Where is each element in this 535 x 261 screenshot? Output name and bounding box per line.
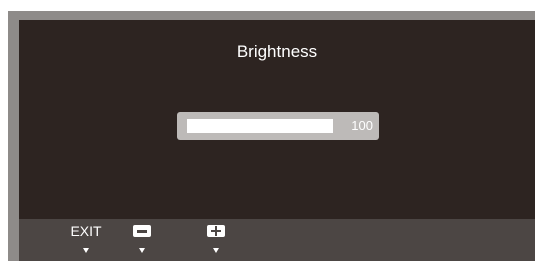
brightness-slider[interactable]: 100 [177, 112, 379, 140]
increase-button[interactable] [197, 219, 233, 261]
arrow-down-icon [139, 248, 145, 253]
exit-label: EXIT [70, 223, 102, 239]
osd-title: Brightness [236, 42, 318, 61]
osd-panel: Brightness 100 [19, 20, 535, 219]
arrow-down-icon [83, 248, 89, 253]
exit-button[interactable]: EXIT [63, 219, 109, 261]
brightness-slider-fill [187, 119, 333, 133]
decrease-button[interactable] [123, 219, 159, 261]
minus-icon [133, 225, 151, 237]
brightness-value: 100 [351, 118, 373, 133]
arrow-down-icon [213, 248, 219, 253]
plus-icon [207, 225, 225, 237]
brightness-slider-bar [187, 119, 333, 133]
osd-key-guide: EXIT [19, 219, 535, 261]
